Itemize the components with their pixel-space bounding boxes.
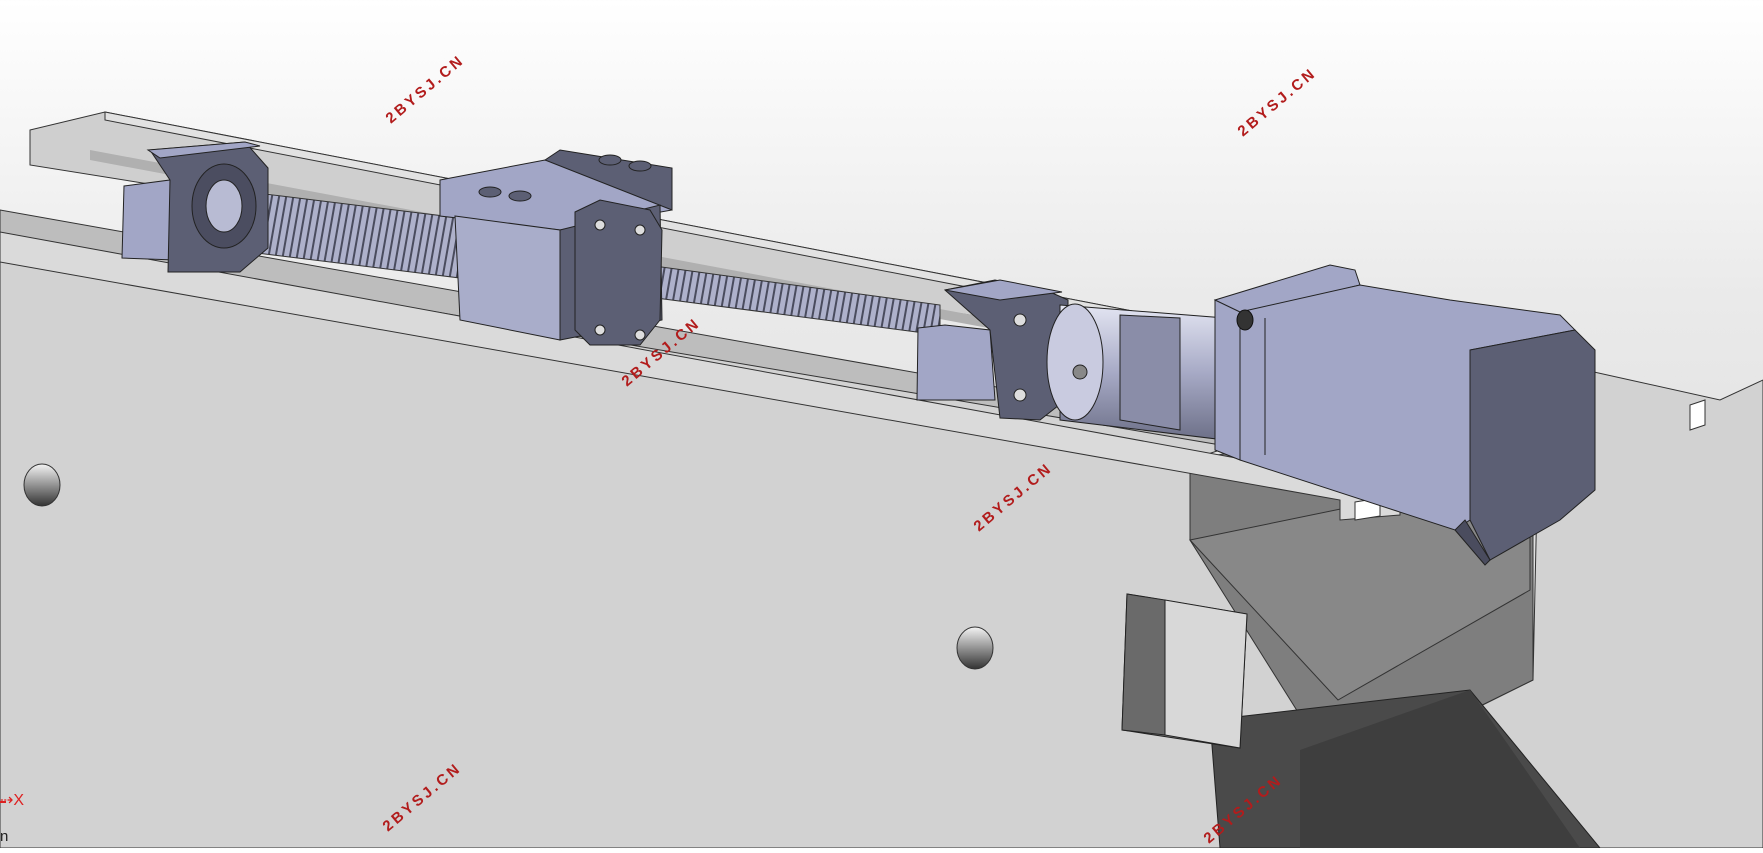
mounting-hole — [956, 626, 994, 670]
view-orientation-label: n — [0, 828, 9, 845]
axis-arrow-icon: ⇢ — [0, 792, 14, 809]
cad-model-canvas[interactable] — [0, 0, 1763, 849]
cad-viewport[interactable]: 2BYSJ.CN 2BYSJ.CN 2BYSJ.CN 2BYSJ.CN 2BYS… — [0, 0, 1763, 849]
shaft-coupling — [1046, 303, 1226, 441]
mounting-hole — [23, 463, 61, 507]
axis-x-label: X — [13, 792, 25, 809]
axis-triad: ⇢X — [0, 790, 24, 810]
nut-block — [439, 149, 673, 346]
